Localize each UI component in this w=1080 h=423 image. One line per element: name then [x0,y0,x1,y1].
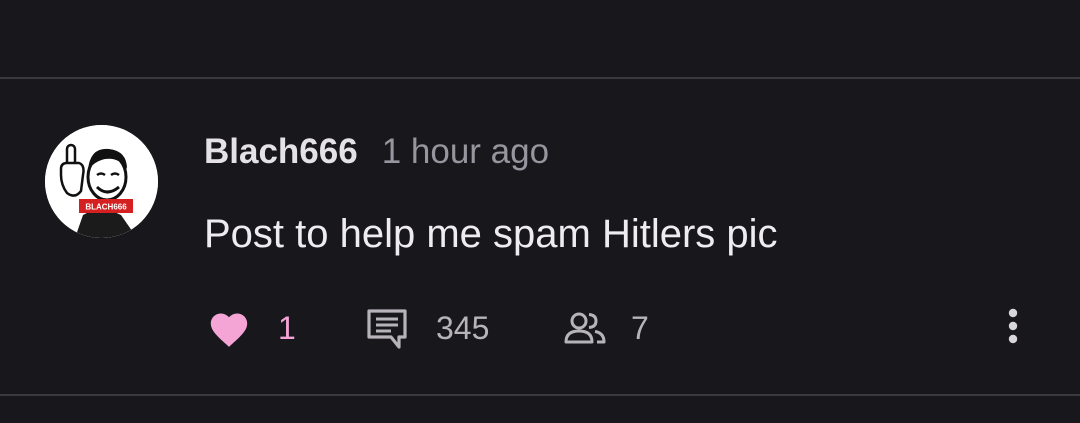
avatar[interactable]: BLACH666 [45,125,158,238]
comment-text: Post to help me spam Hitlers pic [204,212,778,256]
comment-actions: 1 345 7 [0,300,1080,356]
bottom-divider [0,394,1080,396]
participants-button[interactable]: 7 [563,300,649,356]
username[interactable]: Blach666 [204,132,358,172]
avatar-label: BLACH666 [85,203,127,212]
like-button[interactable]: 1 [207,300,296,356]
comments-button[interactable]: 345 [365,300,489,356]
more-vertical-icon [1006,307,1020,350]
top-divider [0,77,1080,79]
timestamp: 1 hour ago [381,132,550,171]
participant-count: 7 [631,309,649,346]
more-options-button[interactable] [996,300,1030,356]
like-count: 1 [278,309,296,346]
comment-meta: Blach666 1 hour ago [204,128,549,176]
people-icon [563,310,607,346]
avatar-image: BLACH666 [45,125,158,238]
comment-count: 345 [436,309,490,346]
heart-icon [207,308,251,348]
comment-icon [365,307,409,349]
